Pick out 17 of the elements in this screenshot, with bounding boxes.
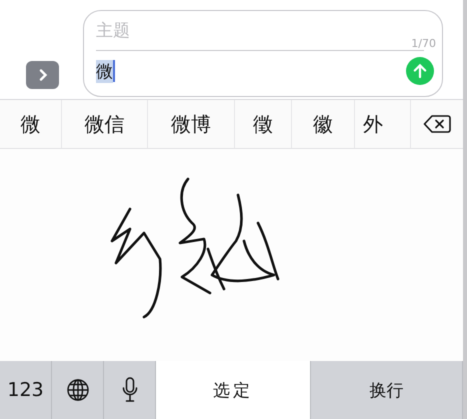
character-counter: 1/70	[411, 37, 436, 50]
candidate-word[interactable]: 徵	[235, 100, 292, 148]
candidate-word[interactable]: 外	[355, 100, 410, 148]
candidate-word[interactable]: 微	[0, 100, 62, 148]
chevron-icon	[38, 69, 48, 81]
candidate-word[interactable]: 微博	[148, 100, 235, 148]
message-composer[interactable]: 主题 1/70 微	[83, 10, 443, 97]
message-field[interactable]: 微	[96, 60, 115, 82]
candidate-word[interactable]: 微信	[62, 100, 148, 148]
globe-icon	[66, 378, 90, 402]
candidate-word[interactable]: 徽	[292, 100, 355, 148]
microphone-icon	[122, 377, 138, 403]
expand-button[interactable]	[26, 61, 59, 89]
up-arrow-icon	[412, 63, 428, 79]
delete-icon	[423, 114, 451, 134]
subject-field[interactable]: 主题	[96, 17, 396, 45]
select-key[interactable]: 选定	[156, 361, 311, 419]
